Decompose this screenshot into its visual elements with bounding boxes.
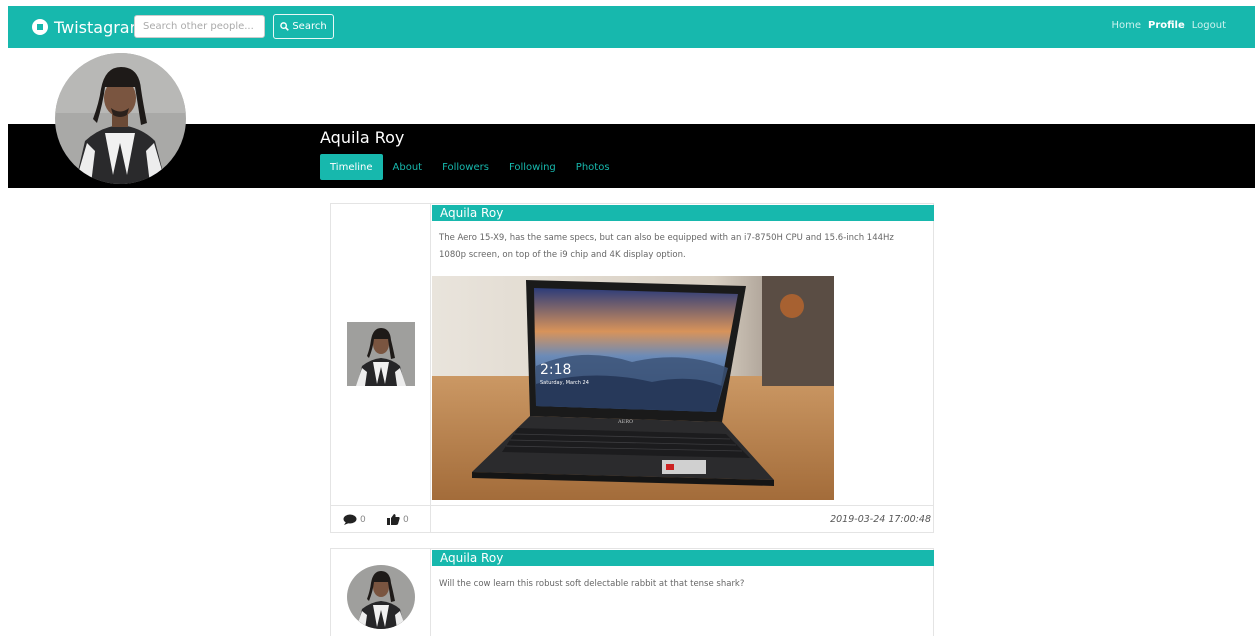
post-image-laptop: 2:18 Saturday, March 24 AERO [432, 276, 834, 500]
post-text: The Aero 15-X9, has the same specs, but … [439, 233, 894, 260]
comment-button[interactable]: 0 [343, 514, 366, 525]
search-input[interactable] [134, 15, 265, 38]
profile-name: Aquila Roy [320, 128, 405, 147]
nav-link-profile[interactable]: Profile [1148, 20, 1185, 31]
laptop-brand: AERO [617, 419, 633, 425]
post-author-avatar[interactable] [347, 565, 415, 629]
tab-about[interactable]: About [383, 154, 433, 180]
brand-name: Twistagram [54, 17, 146, 37]
post-card: Aquila Roy Will the cow learn this robus… [330, 548, 934, 636]
laptop-clock: 2:18 [540, 362, 571, 378]
post-author-avatar-image [347, 322, 415, 386]
post-image[interactable]: 2:18 Saturday, March 24 AERO [432, 276, 834, 500]
post-author-column [331, 549, 431, 636]
post-author-avatar[interactable] [347, 322, 415, 386]
post-author-name[interactable]: Aquila Roy [432, 205, 934, 221]
profile-avatar-image [55, 53, 186, 184]
profile-avatar[interactable] [55, 53, 186, 184]
comment-icon [343, 514, 357, 525]
post-author-avatar-image [347, 565, 415, 629]
post-author-column [331, 204, 431, 532]
search-button[interactable]: Search [273, 14, 334, 39]
post-footer: 0 0 2019-03-24 17:00:48 [331, 505, 933, 533]
post-author-name[interactable]: Aquila Roy [432, 550, 934, 566]
tab-following[interactable]: Following [499, 154, 566, 180]
tab-photos[interactable]: Photos [566, 154, 620, 180]
profile-tabs: Timeline About Followers Following Photo… [320, 154, 620, 180]
post-text: Will the cow learn this robust soft dele… [439, 579, 745, 589]
nav-link-logout[interactable]: Logout [1192, 20, 1226, 31]
nav-links: Home Profile Logout [1111, 20, 1226, 31]
post-timestamp: 2019-03-24 17:00:48 [830, 514, 931, 525]
laptop-date: Saturday, March 24 [540, 380, 589, 386]
brand-link[interactable]: Twistagram [32, 17, 145, 37]
like-count: 0 [403, 514, 409, 525]
search-button-label: Search [292, 21, 327, 32]
like-button[interactable]: 0 [387, 514, 409, 525]
tab-followers[interactable]: Followers [432, 154, 499, 180]
nav-link-home[interactable]: Home [1111, 20, 1141, 31]
tab-timeline[interactable]: Timeline [320, 154, 383, 180]
profile-cover [8, 124, 1255, 188]
brand-logo-icon [32, 19, 48, 35]
thumbs-up-icon [387, 514, 400, 525]
post-card: Aquila Roy The Aero 15-X9, has the same … [330, 203, 934, 533]
search-icon [280, 22, 290, 31]
comment-count: 0 [360, 514, 366, 525]
navbar: Twistagram Search Home Profile Logout [8, 6, 1255, 48]
